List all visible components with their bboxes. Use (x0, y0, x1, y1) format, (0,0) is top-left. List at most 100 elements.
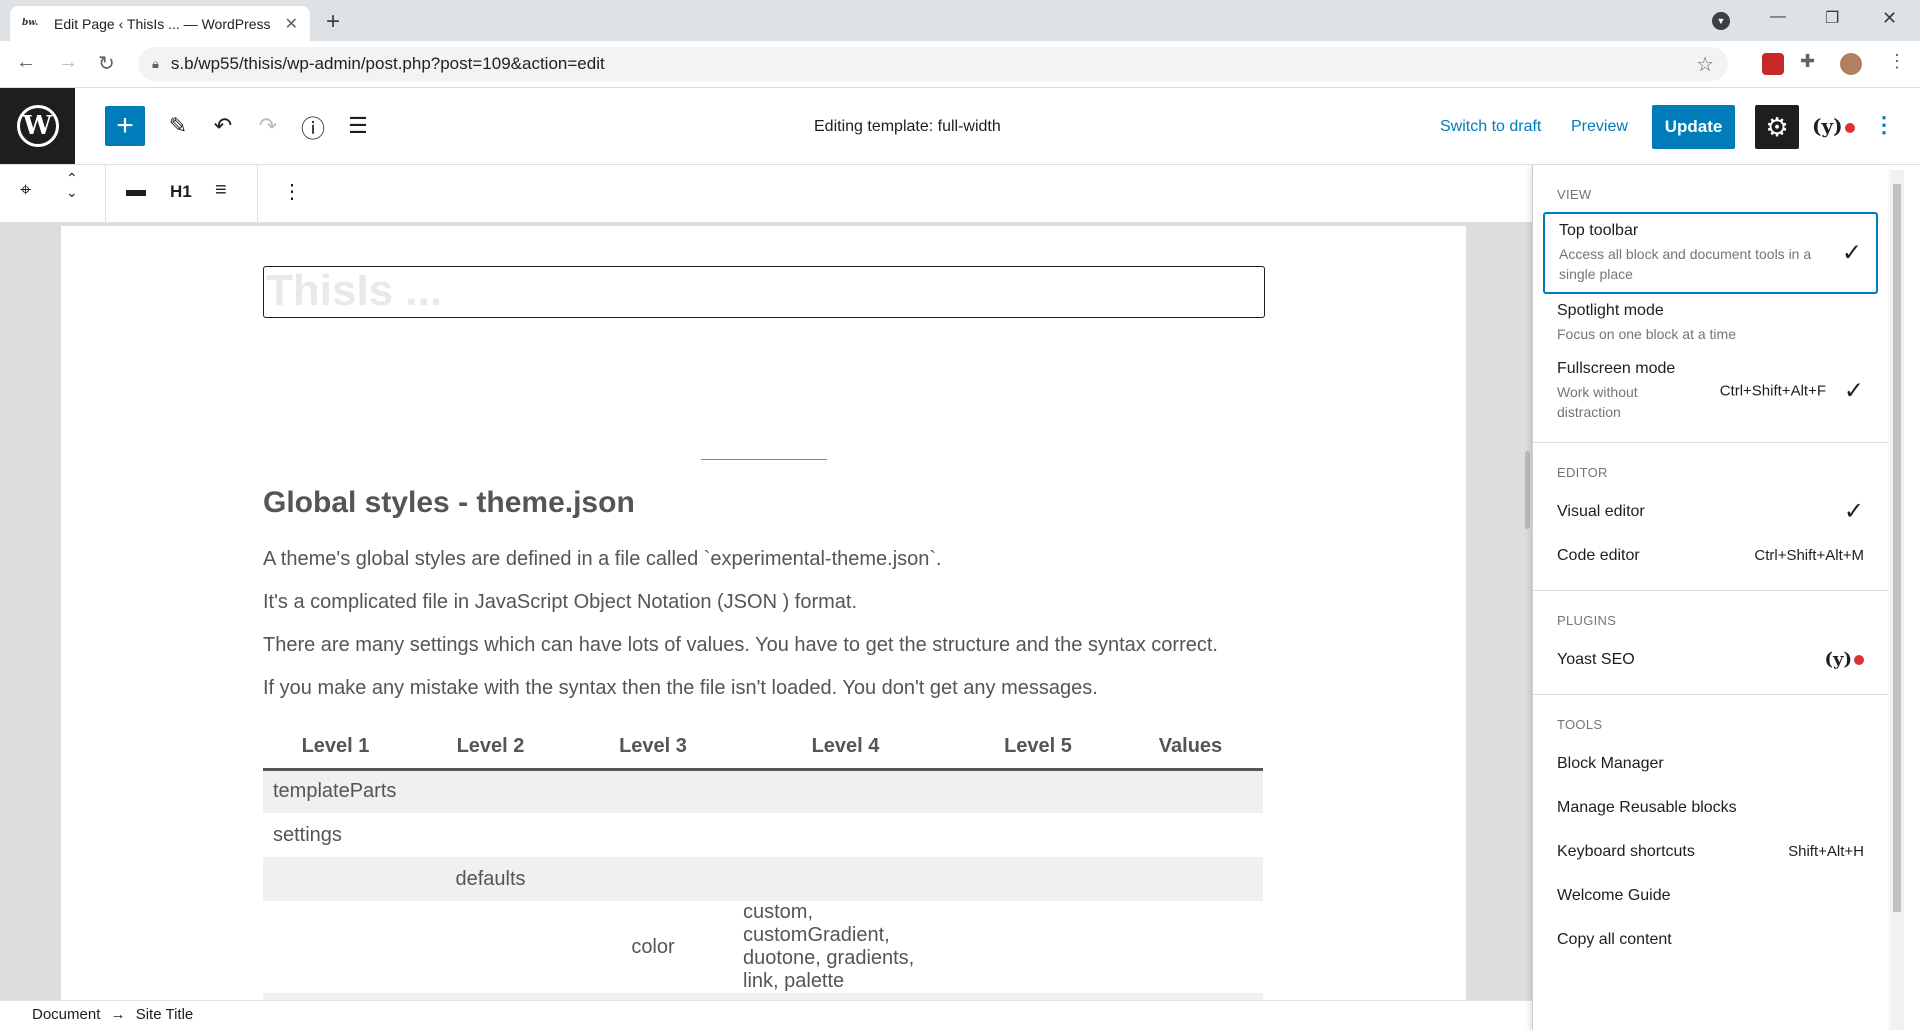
browser-tabbar: bw. Edit Page ‹ ThisIs ... — WordPress ✕… (0, 0, 1920, 41)
breadcrumb: Document → Site Title (0, 1000, 1532, 1030)
align-full-icon[interactable]: ▬ (126, 179, 146, 202)
table-cell: defaults (408, 857, 573, 901)
browser-menu-icon[interactable]: ⋮ (1888, 51, 1906, 72)
menu-item-code-editor[interactable]: Code editor Ctrl+Shift+Alt+M (1543, 534, 1878, 578)
menu-heading: View (1557, 187, 1592, 202)
breadcrumb-site-title[interactable]: Site Title (136, 1006, 194, 1023)
editor-header: W + ✎ ↶ ↷ ⓘ ☰ Editing template: full-wid… (0, 88, 1920, 165)
table-row (263, 993, 1263, 1000)
menu-item-label: Fullscreen mode (1557, 360, 1676, 377)
close-tab-icon[interactable]: ✕ (285, 14, 298, 34)
paragraph-block[interactable]: There are many settings which can have l… (263, 634, 1218, 657)
puzzle-extensions-icon[interactable]: ✚ (1800, 51, 1815, 72)
bookmark-star-icon[interactable]: ☆ (1696, 52, 1714, 77)
wordpress-logo-icon[interactable]: W (0, 88, 75, 164)
back-icon[interactable]: ← (16, 51, 36, 74)
breadcrumb-document[interactable]: Document (32, 1006, 100, 1023)
page-title-input[interactable]: ThisIs ... (263, 266, 1265, 318)
editor-canvas-background: ThisIs ... Global styles - theme.json A … (0, 223, 1532, 1000)
new-tab-icon[interactable]: + (326, 8, 340, 36)
close-window-icon[interactable]: ✕ (1882, 8, 1897, 29)
yoast-icon[interactable]: (y) (1812, 114, 1855, 138)
reload-icon[interactable]: ↻ (98, 51, 115, 76)
table-header-cell: Level 4 (733, 725, 958, 771)
menu-item-label: Copy all content (1557, 931, 1672, 948)
tools-pencil-icon[interactable]: ✎ (160, 108, 196, 144)
menu-item-top-toolbar[interactable]: Top toolbar Access all block and documen… (1543, 212, 1878, 294)
info-icon[interactable]: ⓘ (295, 108, 331, 144)
menu-item-label: Manage Reusable blocks (1557, 799, 1737, 816)
menu-item-label: Spotlight mode (1557, 302, 1664, 319)
site-favicon-icon: bw. (22, 17, 39, 28)
add-block-button[interactable]: + (105, 106, 145, 146)
editing-template-title: Editing template: full-width (814, 118, 1001, 135)
menu-item-block-manager[interactable]: Block Manager (1543, 742, 1878, 786)
table-row: defaults (263, 857, 1263, 901)
menu-item-spotlight-mode[interactable]: Spotlight mode Focus on one block at a t… (1543, 294, 1878, 352)
text-align-icon[interactable]: ≡ (215, 179, 227, 202)
profile-avatar[interactable] (1840, 53, 1862, 75)
menu-item-label: Yoast SEO (1557, 651, 1635, 668)
paragraph-block[interactable]: It's a complicated file in JavaScript Ob… (263, 591, 857, 614)
menu-item-desc: Access all block and document tools in a… (1559, 246, 1812, 282)
url-bar[interactable]: 🔒︎ s.b/wp55/thisis/wp-admin/post.php?pos… (138, 47, 1728, 81)
menu-scrollbar[interactable] (1890, 170, 1904, 1030)
preview-button[interactable]: Preview (1571, 118, 1628, 136)
menu-item-visual-editor[interactable]: Visual editor ✓ (1543, 490, 1878, 534)
table-header-cell: Level 5 (958, 725, 1118, 771)
update-button[interactable]: Update (1652, 105, 1735, 149)
menu-item-shortcut: Ctrl+Shift+Alt+F (1719, 382, 1826, 400)
menu-item-desc: Work without distraction (1557, 384, 1638, 420)
settings-gear-icon[interactable]: ⚙ (1755, 105, 1799, 149)
redo-icon[interactable]: ↷ (250, 108, 286, 144)
move-arrows-icon[interactable]: ⌃ ⌄ (66, 171, 78, 199)
table-row: templateParts (263, 769, 1263, 813)
menu-item-keyboard-shortcuts[interactable]: Keyboard shortcuts Shift+Alt+H (1543, 830, 1878, 874)
browser-addressbar: ← → ↻ 🔒︎ s.b/wp55/thisis/wp-admin/post.p… (0, 41, 1920, 88)
menu-item-label: Block Manager (1557, 755, 1664, 772)
table-cell: custom, customGradient, duotone, gradien… (743, 901, 915, 992)
menu-heading: Tools (1557, 717, 1603, 732)
restore-icon[interactable]: ❐ (1825, 8, 1839, 28)
paragraph-block[interactable]: If you make any mistake with the syntax … (263, 677, 1098, 700)
menu-item-label: Top toolbar (1559, 222, 1639, 239)
menu-item-yoast-seo[interactable]: Yoast SEO (y) (1543, 638, 1878, 682)
switch-to-draft-button[interactable]: Switch to draft (1440, 118, 1541, 136)
check-icon: ✓ (1843, 498, 1864, 525)
heading-level-button[interactable]: H1 (170, 182, 192, 202)
menu-item-label: Welcome Guide (1557, 887, 1671, 904)
location-pin-icon[interactable]: ⌖ (20, 179, 31, 202)
block-toolbar: ⌖ ⌃ ⌄ ▬ H1 ≡ ⋮ (0, 165, 1532, 223)
canvas-scrollbar[interactable] (1525, 451, 1530, 529)
more-options-icon[interactable]: ⋮ (282, 179, 302, 204)
menu-group-plugins: Plugins Yoast SEO (y) (1533, 591, 1888, 695)
menu-item-fullscreen-mode[interactable]: Fullscreen mode Work without distraction… (1543, 352, 1878, 430)
menu-scrollbar-thumb[interactable] (1893, 184, 1901, 912)
menu-item-shortcut: Ctrl+Shift+Alt+M (1754, 547, 1864, 564)
menu-item-desc: Focus on one block at a time (1557, 326, 1736, 342)
minimize-icon[interactable]: — (1770, 8, 1786, 26)
menu-item-label: Code editor (1557, 547, 1640, 564)
undo-icon[interactable]: ↶ (205, 108, 241, 144)
list-view-icon[interactable]: ☰ (340, 108, 376, 144)
menu-item-label: Keyboard shortcuts (1557, 843, 1695, 860)
content-heading[interactable]: Global styles - theme.json (263, 486, 635, 520)
menu-heading: Editor (1557, 465, 1608, 480)
menu-item-manage-reusable-blocks[interactable]: Manage Reusable blocks (1543, 786, 1878, 830)
options-dropdown-menu: View Top toolbar Access all block and do… (1532, 165, 1888, 1030)
extension-icon[interactable] (1762, 53, 1784, 75)
table-cell: templateParts (263, 769, 408, 813)
forward-icon[interactable]: → (58, 51, 78, 74)
table-header-cell: Level 1 (263, 725, 408, 771)
options-menu-icon[interactable]: ⋮ (1873, 112, 1895, 138)
check-icon: ✓ (1841, 239, 1862, 267)
menu-item-welcome-guide[interactable]: Welcome Guide (1543, 874, 1878, 918)
chevron-down-icon[interactable]: ▼ (1712, 12, 1730, 30)
menu-item-copy-all-content[interactable]: Copy all content (1543, 918, 1878, 962)
table-row: settings (263, 813, 1263, 857)
separator-block[interactable] (701, 459, 827, 460)
paragraph-block[interactable]: A theme's global styles are defined in a… (263, 548, 942, 571)
browser-tab[interactable]: bw. Edit Page ‹ ThisIs ... — WordPress ✕ (10, 6, 310, 41)
editor-canvas: ThisIs ... Global styles - theme.json A … (61, 226, 1466, 1000)
levels-table[interactable]: Level 1 Level 2 Level 3 Level 4 Level 5 … (263, 725, 1263, 1000)
